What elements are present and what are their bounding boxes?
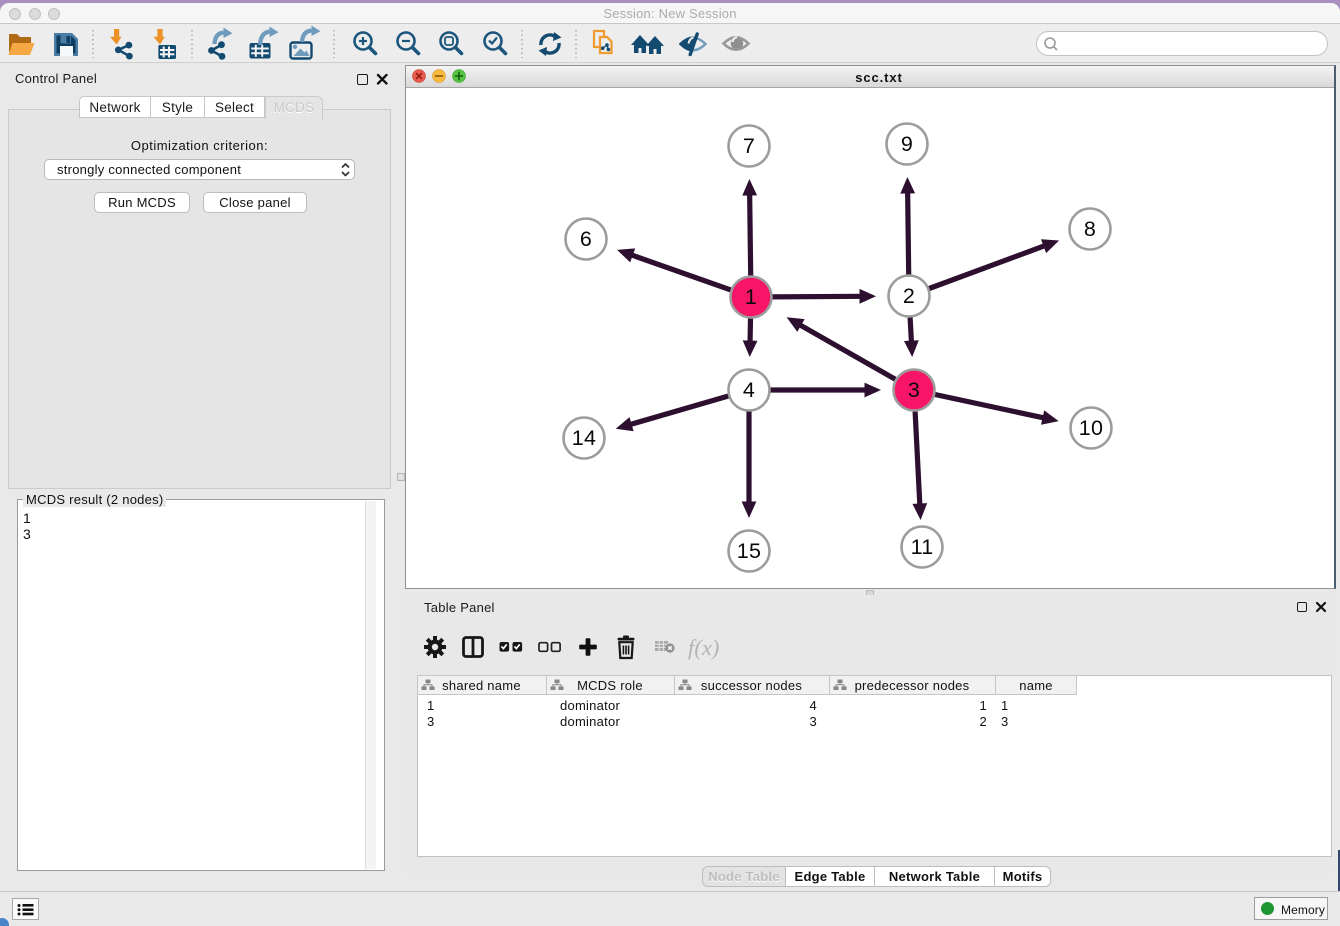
svg-text:10: 10 — [1079, 416, 1103, 440]
svg-text:4: 4 — [743, 378, 755, 402]
svg-text:f(x): f(x) — [688, 635, 720, 660]
svg-text:15: 15 — [737, 539, 761, 563]
svg-text:9: 9 — [901, 132, 913, 156]
svg-text:1: 1 — [745, 285, 757, 309]
svg-text:6: 6 — [580, 227, 592, 251]
svg-text:2: 2 — [903, 284, 915, 308]
svg-text:3: 3 — [908, 378, 920, 402]
svg-text:7: 7 — [743, 134, 755, 158]
svg-text:11: 11 — [911, 535, 934, 559]
svg-text:8: 8 — [1084, 217, 1096, 241]
svg-text:14: 14 — [572, 426, 596, 450]
